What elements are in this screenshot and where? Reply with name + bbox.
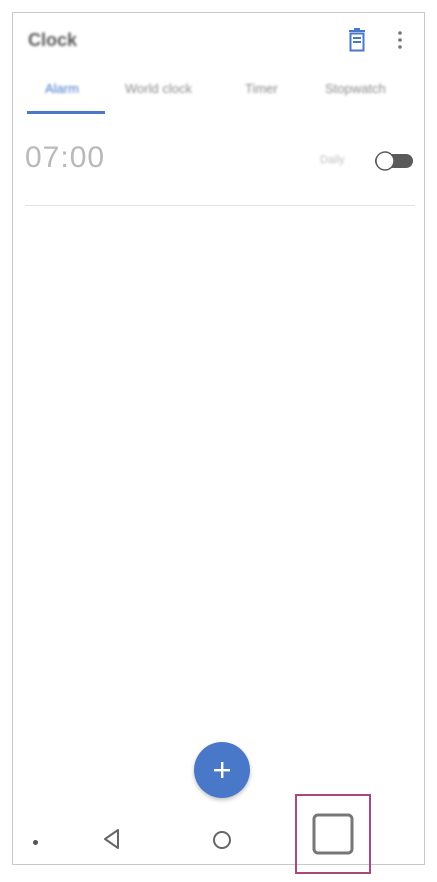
app-title: Clock xyxy=(28,30,78,50)
alarm-repeat-label: Daily xyxy=(320,154,345,166)
add-alarm-button[interactable] xyxy=(194,742,250,798)
tab-timer[interactable]: Timer xyxy=(245,81,278,96)
recents-icon[interactable] xyxy=(311,812,355,856)
alarm-toggle[interactable] xyxy=(373,149,415,173)
back-icon[interactable] xyxy=(101,827,123,851)
phone-screen: Clock Alarm World clock Timer Stopwatch … xyxy=(12,12,425,874)
tab-bar: Alarm World clock Timer Stopwatch xyxy=(13,75,423,115)
more-vert-icon[interactable] xyxy=(395,29,405,51)
nav-dot xyxy=(33,840,38,845)
plus-icon xyxy=(214,762,230,778)
tab-indicator xyxy=(27,111,105,114)
home-icon[interactable] xyxy=(211,829,233,851)
divider xyxy=(25,205,415,206)
tab-world-clock[interactable]: World clock xyxy=(125,81,192,96)
trash-icon[interactable] xyxy=(347,28,367,52)
tab-stopwatch[interactable]: Stopwatch xyxy=(325,81,386,96)
alarm-time: 07:00 xyxy=(25,141,106,174)
tab-alarm[interactable]: Alarm xyxy=(45,81,79,96)
